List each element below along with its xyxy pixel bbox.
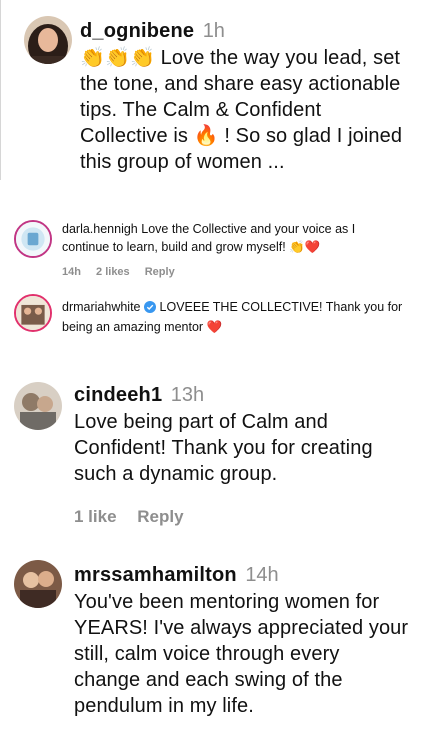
verified-badge-icon bbox=[143, 300, 156, 318]
comment-text: 👏👏👏 Love the way you lead, set the tone,… bbox=[80, 45, 425, 175]
text-line: Collective is 🔥 ! So so glad I joined bbox=[80, 125, 403, 147]
avatar[interactable] bbox=[14, 220, 52, 258]
comment-header: cindeeh1 13h bbox=[74, 384, 424, 407]
comment-header: mrssamhamilton 14h bbox=[74, 564, 426, 587]
comment-text: darla.hennigh Love the Collective and yo… bbox=[62, 220, 417, 238]
timestamp: 14h bbox=[62, 266, 81, 278]
avatar[interactable] bbox=[24, 16, 72, 64]
avatar[interactable] bbox=[14, 560, 62, 608]
comment-text: Love being part of Calm and Confident! T… bbox=[74, 409, 424, 487]
comment-cindeeh1: cindeeh1 13h Love being part of Calm and… bbox=[0, 376, 432, 536]
text-line: continue to learn, build and grow myself… bbox=[62, 240, 321, 254]
text-line: pendulum in my life. bbox=[74, 695, 254, 717]
text-line: Love being part of Calm and bbox=[74, 411, 328, 433]
timestamp: 1h bbox=[202, 20, 225, 42]
comment-text: drmariahwhite LOVEEE THE COLLECTIVE! Than… bbox=[62, 298, 422, 318]
likes-count[interactable]: 1 like bbox=[74, 507, 117, 526]
comment-text: You've been mentoring women for YEARS! I… bbox=[74, 589, 426, 719]
comment-drmariahwhite: drmariahwhite LOVEEE THE COLLECTIVE! Than… bbox=[0, 290, 432, 350]
avatar[interactable] bbox=[14, 294, 52, 332]
text-line: change and each swing of the bbox=[74, 669, 343, 691]
text-line: this group of women ... bbox=[80, 151, 285, 173]
text-line: Confident! Thank you for creating bbox=[74, 437, 373, 459]
text-line: tips. The Calm & Confident bbox=[80, 99, 322, 121]
text-line: still, calm voice through every bbox=[74, 643, 340, 665]
reply-button[interactable]: Reply bbox=[137, 507, 183, 526]
comment-meta: 1 like Reply bbox=[74, 507, 424, 527]
reply-button[interactable]: Reply bbox=[145, 266, 175, 278]
timestamp: 13h bbox=[170, 384, 205, 406]
likes-count[interactable]: 2 likes bbox=[96, 266, 130, 278]
text-line: Love the Collective and your voice as I bbox=[141, 222, 356, 236]
username[interactable]: mrssamhamilton bbox=[74, 564, 237, 586]
text-line: being an amazing mentor ❤️ bbox=[62, 320, 223, 334]
comment-mrssamhamilton: mrssamhamilton 14h You've been mentoring… bbox=[0, 556, 432, 736]
timestamp: 14h bbox=[245, 564, 279, 586]
text-line: LOVEEE THE COLLECTIVE! Thank you for bbox=[159, 300, 403, 314]
thread-divider bbox=[0, 0, 1, 180]
comment-meta: 14h 2 likes Reply bbox=[62, 266, 417, 278]
comment-header: d_ognibene 1h bbox=[80, 20, 425, 43]
comment-darla-hennigh: darla.hennigh Love the Collective and yo… bbox=[0, 210, 432, 280]
comment-d-ognibene: d_ognibene 1h 👏👏👏 Love the way you lead,… bbox=[0, 0, 432, 190]
avatar[interactable] bbox=[14, 382, 62, 430]
text-line: You've been mentoring women for bbox=[74, 591, 380, 613]
text-line: such a dynamic group. bbox=[74, 463, 278, 485]
username[interactable]: darla.hennigh bbox=[62, 222, 138, 236]
username[interactable]: d_ognibene bbox=[80, 20, 194, 42]
text-line: YEARS! I've always appreciated your bbox=[74, 617, 409, 639]
username[interactable]: cindeeh1 bbox=[74, 384, 162, 406]
username[interactable]: drmariahwhite bbox=[62, 300, 141, 314]
text-line: 👏👏👏 Love the way you lead, set bbox=[80, 47, 401, 69]
text-line: the tone, and share easy actionable bbox=[80, 73, 401, 95]
